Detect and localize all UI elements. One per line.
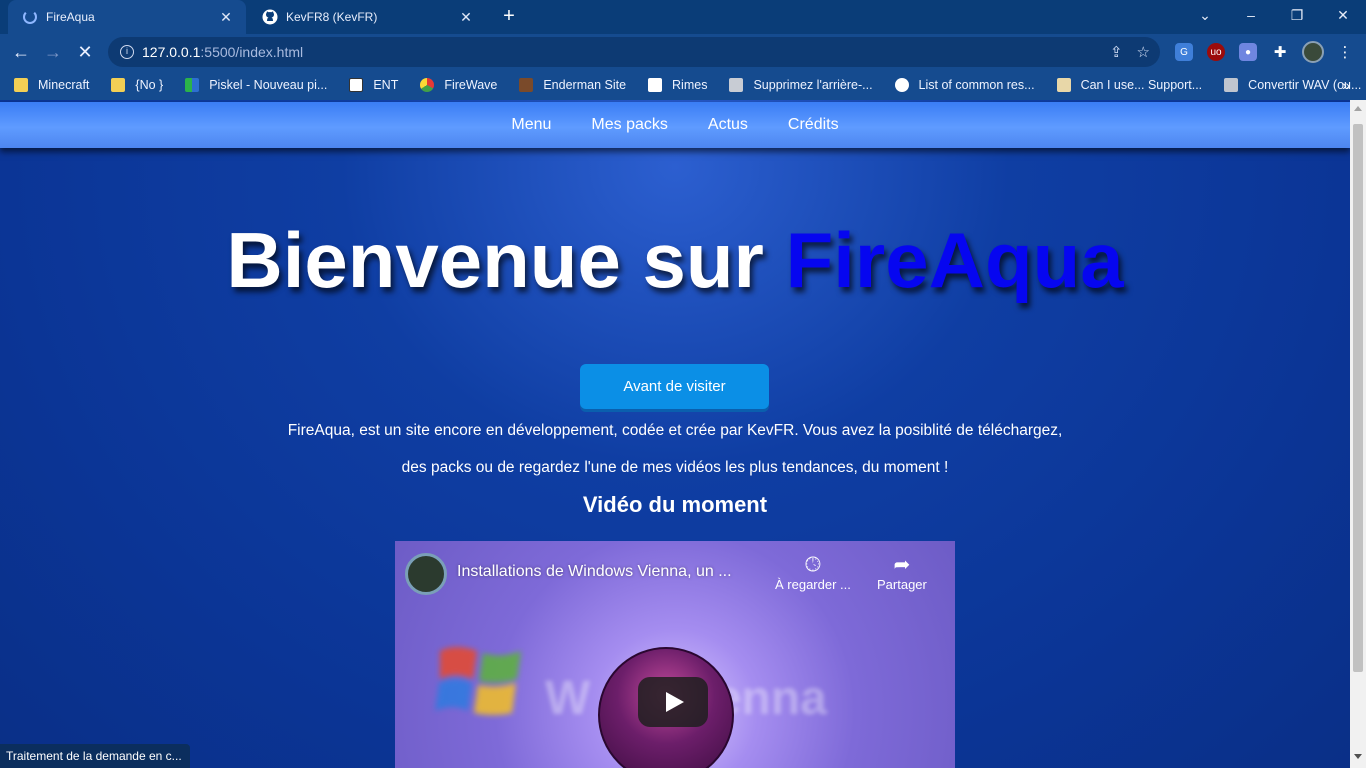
- clock-icon: 🕓︎: [805, 554, 821, 576]
- address-bar[interactable]: i 127.0.0.1:5500/index.html ⇪ ☆: [108, 37, 1160, 67]
- tab-kevfr[interactable]: KevFR8 (KevFR) ✕: [248, 0, 486, 34]
- scroll-down-icon[interactable]: [1354, 754, 1362, 759]
- discord-extension-icon[interactable]: ●: [1239, 43, 1257, 61]
- bookmark-ent[interactable]: ENT: [349, 78, 398, 92]
- site-info-icon[interactable]: i: [120, 45, 134, 59]
- new-tab-button[interactable]: +: [498, 6, 520, 28]
- tab-search-icon[interactable]: ⌄: [1182, 0, 1228, 30]
- bookmark-firewave[interactable]: FireWave: [420, 78, 497, 92]
- intro-line-1: FireAqua, est un site encore en développ…: [287, 422, 1063, 439]
- video-section-title: Vidéo du moment: [582, 492, 768, 517]
- share-arrow-icon: ➦: [893, 554, 911, 576]
- firewave-icon: [420, 78, 435, 92]
- tab-close-icon[interactable]: ✕: [218, 9, 234, 26]
- nav-credits[interactable]: Crédits: [788, 116, 839, 134]
- enderman-icon: [519, 78, 534, 92]
- bookmark-minecraft[interactable]: Minecraft: [14, 78, 89, 92]
- bookmark-remove-bg[interactable]: Supprimez l'arrière-...: [729, 78, 873, 92]
- url-path: :5500/index.html: [200, 44, 304, 60]
- extensions-puzzle-icon[interactable]: ✚: [1271, 43, 1289, 61]
- hero-title: Bienvenue sur FireAqua: [0, 215, 1350, 306]
- hero-title-prefix: Bienvenue sur: [226, 216, 786, 304]
- windows-logo-icon: [435, 647, 521, 715]
- stop-loading-button[interactable]: ✕: [72, 40, 98, 64]
- url-host: 127.0.0.1: [142, 44, 201, 60]
- convert-icon: [1224, 78, 1239, 92]
- intro-line-2: des packs ou de regardez l'une de mes vi…: [401, 459, 949, 476]
- github-icon: [262, 9, 278, 25]
- caniuse-icon: [1056, 78, 1071, 92]
- bookmarks-bar: Minecraft {No } Piskel - Nouveau pi... E…: [0, 70, 1366, 100]
- profile-avatar-icon[interactable]: [1302, 41, 1324, 63]
- site-navbar: Menu Mes packs Actus Crédits: [0, 102, 1350, 148]
- web-page: Menu Mes packs Actus Crédits Bienvenue s…: [0, 100, 1350, 768]
- loading-spinner-icon: [22, 9, 38, 25]
- page-scrollbar[interactable]: [1350, 100, 1366, 768]
- folder-icon: [14, 78, 28, 92]
- channel-avatar[interactable]: [405, 553, 447, 595]
- forward-button[interactable]: →: [40, 40, 66, 64]
- youtube-embed[interactable]: W sVienna Installations de Windows Vienn…: [395, 541, 955, 768]
- bookmark-star-icon[interactable]: ☆: [1137, 43, 1150, 61]
- scroll-thumb[interactable]: [1353, 124, 1363, 672]
- remove-bg-icon: [729, 78, 744, 92]
- tab-strip: FireAqua ✕ KevFR8 (KevFR) ✕ + ⌄ – ❐ ✕: [0, 0, 1366, 34]
- tab-fireaqua[interactable]: FireAqua ✕: [8, 0, 246, 34]
- piskel-icon: [185, 78, 200, 92]
- ent-icon: [349, 78, 364, 92]
- share-video-button[interactable]: ➦ Partager: [877, 553, 927, 592]
- browser-toolbar: ← → ✕ i 127.0.0.1:5500/index.html ⇪ ☆ G …: [0, 34, 1366, 70]
- menu-kebab-icon[interactable]: ⋮: [1336, 43, 1354, 61]
- bookmark-no[interactable]: {No }: [111, 78, 163, 92]
- ublock-extension-icon[interactable]: uo: [1207, 43, 1225, 61]
- rimes-icon: [648, 78, 663, 92]
- tab-title: KevFR8 (KevFR): [286, 10, 378, 24]
- share-icon[interactable]: ⇪: [1110, 43, 1123, 61]
- watch-later-label: À regarder ...: [775, 577, 851, 592]
- watch-later-button[interactable]: 🕓︎ À regarder ...: [775, 553, 851, 592]
- bookmark-enderman[interactable]: Enderman Site: [519, 78, 626, 92]
- bookmark-caniuse[interactable]: Can I use... Support...: [1056, 78, 1202, 92]
- hero-title-accent: FireAqua: [785, 216, 1124, 304]
- bookmark-convertir[interactable]: Convertir WAV (ou...: [1224, 78, 1361, 92]
- tab-close-icon[interactable]: ✕: [458, 9, 474, 26]
- translate-extension-icon[interactable]: G: [1175, 43, 1193, 61]
- bookmark-wikipedia[interactable]: List of common res...: [894, 78, 1035, 92]
- nav-actus[interactable]: Actus: [708, 116, 748, 134]
- share-label: Partager: [877, 577, 927, 592]
- close-window-button[interactable]: ✕: [1320, 0, 1366, 30]
- status-bubble: Traitement de la demande en c...: [0, 744, 190, 768]
- wikipedia-icon: [894, 78, 909, 92]
- avant-de-visiter-button[interactable]: Avant de visiter: [580, 364, 769, 409]
- nav-menu[interactable]: Menu: [511, 116, 551, 134]
- back-button[interactable]: ←: [8, 40, 34, 64]
- scroll-up-icon[interactable]: [1354, 106, 1362, 111]
- tab-title: FireAqua: [46, 10, 95, 24]
- nav-mes-packs[interactable]: Mes packs: [591, 116, 667, 134]
- play-button[interactable]: [638, 677, 708, 727]
- intro-text: FireAqua, est un site encore en développ…: [0, 412, 1350, 486]
- restore-button[interactable]: ❐: [1274, 0, 1320, 30]
- bookmark-rimes[interactable]: Rimes: [648, 78, 707, 92]
- minimize-button[interactable]: –: [1228, 0, 1274, 30]
- folder-icon: [111, 78, 126, 92]
- more-bookmarks-icon[interactable]: »: [1342, 77, 1350, 93]
- video-title[interactable]: Installations de Windows Vienna, un ...: [457, 563, 732, 581]
- bookmark-piskel[interactable]: Piskel - Nouveau pi...: [185, 78, 327, 92]
